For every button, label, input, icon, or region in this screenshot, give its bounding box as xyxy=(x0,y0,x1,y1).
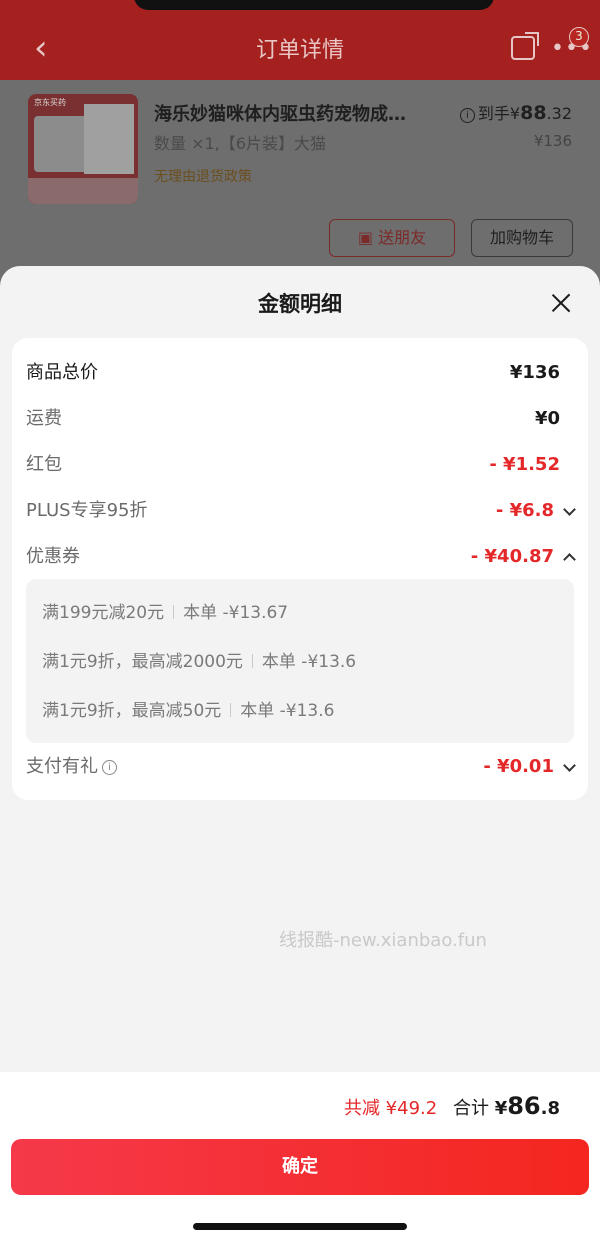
product-name[interactable]: 海乐妙猫咪体内驱虫药宠物成… xyxy=(154,100,444,126)
product-spec: 数量 ×1,【6片装】大猫 xyxy=(154,134,326,153)
device-notch xyxy=(134,0,494,10)
info-icon[interactable]: i xyxy=(102,760,117,775)
row-red-packet: 红包 - ¥1.52 xyxy=(26,454,560,475)
page-title: 订单详情 xyxy=(255,38,344,63)
row-plus-discount[interactable]: PLUS专享95折 - ¥6.8 xyxy=(26,496,576,526)
close-icon[interactable] xyxy=(546,288,576,318)
summary-line: 共减 ¥49.2 合计 ¥86.8 xyxy=(344,1092,560,1120)
coupon-item: 满1元9折，最高减50元 本单 -¥13.6 xyxy=(42,701,335,721)
product-image-logo: 京东买药 xyxy=(34,98,66,107)
row-payment-gift[interactable]: 支付有礼 i - ¥0.01 xyxy=(26,752,576,782)
watermark: 线报酷-new.xianbao.fun xyxy=(279,930,487,951)
summary-footer: 共减 ¥49.2 合计 ¥86.8 确定 xyxy=(0,1072,600,1243)
notification-badge: 3 xyxy=(569,27,589,47)
row-shipping: 运费 ¥0 xyxy=(26,408,560,429)
coupon-item: 满199元减20元 本单 -¥13.67 xyxy=(42,603,289,623)
final-price: i 到手¥88.32 xyxy=(459,100,572,124)
gift-icon: ▣ xyxy=(357,228,379,247)
order-detail-background: ‹ 订单详情 ••• 3 京东买药 海乐妙猫咪体内驱虫药宠物成… 数量 ×1,【… xyxy=(0,0,600,300)
total-amount: ¥86.8 xyxy=(494,1092,560,1120)
home-indicator xyxy=(193,1223,407,1230)
add-to-cart-button[interactable]: 加购物车 xyxy=(471,219,573,257)
return-policy: 无理由退货政策 xyxy=(154,169,252,185)
sheet-title: 金额明细 xyxy=(258,292,342,316)
row-coupon[interactable]: 优惠券 - ¥40.87 xyxy=(26,542,576,572)
product-image[interactable]: 京东买药 xyxy=(28,94,138,204)
info-icon[interactable]: i xyxy=(459,108,475,123)
coupon-list: 满199元减20元 本单 -¥13.67 满1元9折，最高减2000元 本单 -¥1… xyxy=(26,579,574,743)
share-icon[interactable] xyxy=(511,32,539,60)
row-goods-total: 商品总价 ¥136 xyxy=(26,362,560,383)
total-label: 合计 xyxy=(452,1098,489,1119)
total-saved: 共减 ¥49.2 xyxy=(343,1098,438,1119)
original-price: ¥136 xyxy=(533,132,572,150)
gift-friend-button[interactable]: ▣ 送朋友 xyxy=(329,219,455,257)
nav-bar: ‹ 订单详情 ••• 3 xyxy=(0,0,600,80)
chevron-up-icon[interactable] xyxy=(563,553,576,566)
chevron-down-icon[interactable] xyxy=(563,759,576,772)
confirm-button[interactable]: 确定 xyxy=(11,1139,589,1195)
chevron-down-icon[interactable] xyxy=(563,503,576,516)
amount-detail-card: 商品总价 ¥136 运费 ¥0 红包 - ¥1.52 PLUS专享95折 - ¥… xyxy=(12,338,588,800)
coupon-item: 满1元9折，最高减2000元 本单 -¥13.6 xyxy=(42,652,357,672)
amount-detail-sheet: 金额明细 商品总价 ¥136 运费 ¥0 红包 - ¥1.52 PLUS专享95… xyxy=(0,266,600,1243)
